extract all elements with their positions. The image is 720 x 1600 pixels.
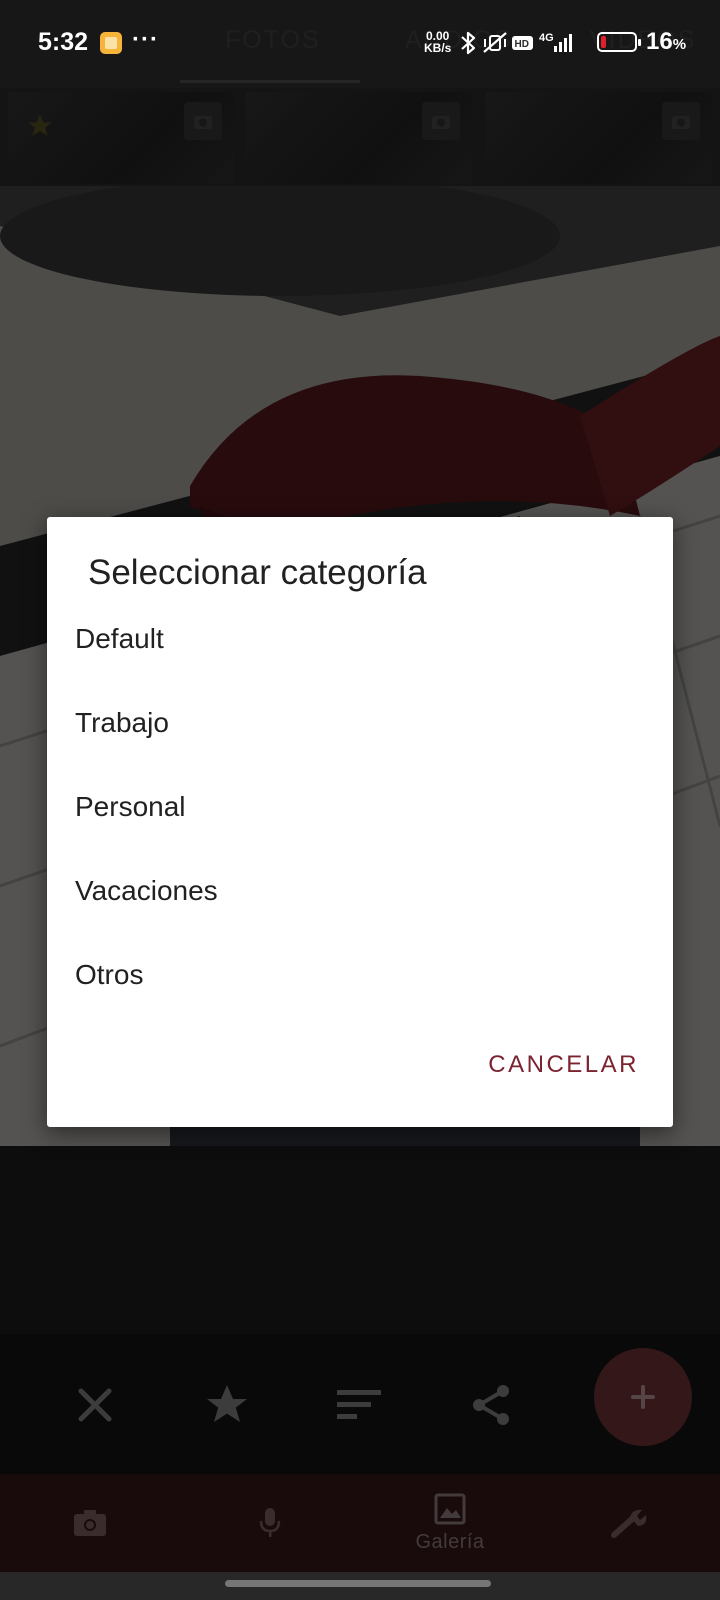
category-option-vacaciones[interactable]: Vacaciones xyxy=(47,849,673,933)
notes-app-icon xyxy=(100,32,122,54)
battery-icon xyxy=(597,32,641,52)
status-icons: HD 4G xyxy=(461,31,572,55)
more-dots-icon: ··· xyxy=(132,26,159,53)
select-category-dialog: Seleccionar categoría Default Trabajo Pe… xyxy=(47,517,673,1127)
signal-4g-icon: 4G xyxy=(539,32,572,52)
network-type-label: 4G xyxy=(539,32,554,44)
category-option-otros[interactable]: Otros xyxy=(47,933,673,1017)
network-speed-unit: KB/s xyxy=(424,41,452,55)
dialog-title: Seleccionar categoría xyxy=(88,553,427,592)
battery-percent-value: 16 xyxy=(646,28,673,55)
category-options: Default Trabajo Personal Vacaciones Otro… xyxy=(47,597,673,1017)
category-option-trabajo[interactable]: Trabajo xyxy=(47,681,673,765)
category-option-default[interactable]: Default xyxy=(47,597,673,681)
system-status-bar: 5:32 ··· 0.00 KB/s HD 4G 16% xyxy=(0,0,720,88)
muted-vibrate-icon xyxy=(483,32,507,53)
bluetooth-icon xyxy=(461,31,476,55)
battery-percent: 16% xyxy=(646,28,686,56)
battery-level xyxy=(601,36,606,48)
status-time: 5:32 xyxy=(38,28,89,56)
hd-icon: HD xyxy=(512,36,533,50)
cancel-button[interactable]: CANCELAR xyxy=(488,1051,639,1079)
category-option-personal[interactable]: Personal xyxy=(47,765,673,849)
battery-percent-symbol: % xyxy=(672,36,687,53)
network-speed: 0.00 KB/s xyxy=(424,30,451,54)
hd-label: HD xyxy=(515,39,529,50)
